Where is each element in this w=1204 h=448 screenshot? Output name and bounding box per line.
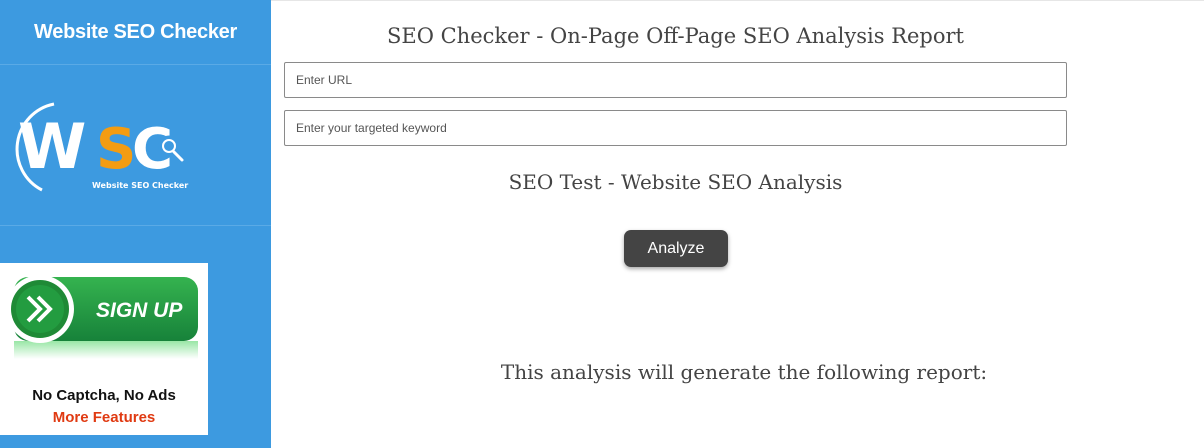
section-subtitle: SEO Test - Website SEO Analysis: [508, 170, 843, 194]
site-title[interactable]: Website SEO Checker: [0, 0, 271, 65]
logo-letter-s: S: [96, 117, 136, 182]
sidebar: Website SEO Checker W S C Website SEO Ch…: [0, 0, 271, 448]
keyword-input[interactable]: [284, 110, 1067, 146]
promo-tagline: No Captcha, No Ads: [32, 387, 176, 404]
signup-promo: SIGN UP No Captcha, No Ads More Features: [0, 263, 208, 435]
report-note: This analysis will generate the followin…: [500, 360, 988, 384]
wsc-logo[interactable]: W S C Website SEO Checker: [14, 96, 194, 196]
url-input[interactable]: [284, 62, 1067, 98]
analyze-button[interactable]: Analyze: [624, 230, 728, 267]
promo-features[interactable]: More Features: [0, 409, 208, 426]
logo-letter-w: W: [18, 110, 86, 183]
logo-letter-c: C: [132, 117, 173, 182]
page-title: SEO Checker - On-Page Off-Page SEO Analy…: [387, 24, 964, 48]
top-border: [271, 0, 1204, 1]
logo-tagline: Website SEO Checker: [92, 181, 188, 190]
signup-button[interactable]: SIGN UP: [0, 263, 208, 361]
logo-area: W S C Website SEO Checker: [0, 66, 271, 226]
signup-label: SIGN UP: [96, 299, 183, 322]
